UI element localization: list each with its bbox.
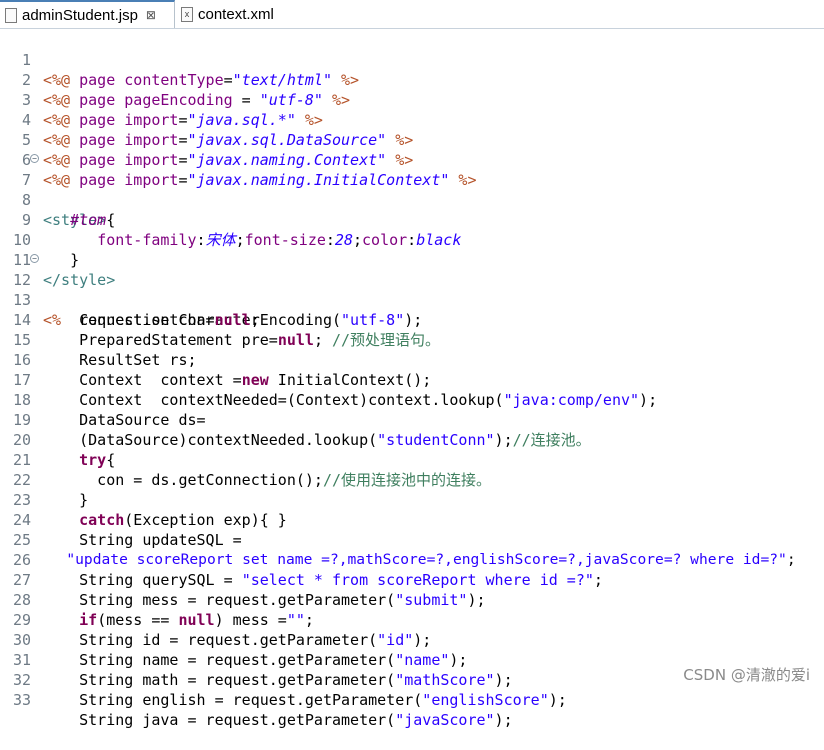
- code-line: 29 String id = request.getParameter("id"…: [0, 590, 824, 610]
- code-line: 9 font-family:宋体;font-size:28;color:blac…: [0, 190, 824, 210]
- code-line: 15 ResultSet rs;: [0, 310, 824, 330]
- code-line: 30 String name = request.getParameter("n…: [0, 610, 824, 630]
- code-line: 22 }: [0, 450, 824, 470]
- tab-label: adminStudent.jsp: [22, 7, 138, 24]
- code-line: 21 con = ds.getConnection();//使用连接池中的连接。: [0, 430, 824, 450]
- code-line: 17 Context contextNeeded=(Context)contex…: [0, 350, 824, 370]
- tab-context-xml[interactable]: x context.xml: [176, 0, 296, 28]
- code-line: 10 }: [0, 210, 824, 230]
- code-line: 1 <%@ page contentType="text/html" %>: [0, 30, 824, 50]
- code-line: 11 </style>: [0, 230, 824, 250]
- code-line: 6 <%@ page import="javax.naming.InitialC…: [0, 130, 824, 150]
- close-icon[interactable]: ⊠: [145, 8, 157, 22]
- code-line: 19 (DataSource)contextNeeded.lookup("stu…: [0, 390, 824, 410]
- editor-tab-bar: adminStudent.jsp ⊠ x context.xml: [0, 0, 824, 29]
- fold-toggle-icon[interactable]: −: [30, 154, 39, 163]
- code-line: 3 <%@ page import="java.sql.*" %>: [0, 70, 824, 90]
- code-line: 2 <%@ page pageEncoding = "utf-8" %>: [0, 50, 824, 70]
- jsp-file-icon: [5, 8, 17, 23]
- code-line: 18 DataSource ds=: [0, 370, 824, 390]
- code-line: 13 Connection con=null;: [0, 270, 824, 290]
- code-line: 24 String updateSQL =: [0, 490, 824, 510]
- code-line: 5 <%@ page import="javax.naming.Context"…: [0, 110, 824, 130]
- code-line: 16 Context context =new InitialContext()…: [0, 330, 824, 350]
- line-number: 33: [0, 690, 31, 710]
- code-line: 4 <%@ page import="javax.sql.DataSource"…: [0, 90, 824, 110]
- code-line: 7 − <style>: [0, 150, 824, 170]
- code-line: 31 String math = request.getParameter("m…: [0, 630, 824, 650]
- code-line: 27 String mess = request.getParameter("s…: [0, 550, 824, 570]
- xml-file-icon: x: [181, 7, 193, 22]
- code-line: 23 catch(Exception exp){ }: [0, 470, 824, 490]
- code-line: 8 #tom{: [0, 170, 824, 190]
- code-line: 28 if(mess == null) mess ="";: [0, 570, 824, 590]
- csdn-watermark: CSDN @清澈的爱i: [683, 664, 810, 685]
- code-line: 20 try{: [0, 410, 824, 430]
- code-line: 26 String querySQL = "select * from scor…: [0, 530, 824, 550]
- code-editor[interactable]: 1 <%@ page contentType="text/html" %> 2 …: [0, 30, 824, 693]
- tab-adminstudent-jsp[interactable]: adminStudent.jsp ⊠: [0, 0, 175, 28]
- code-line: 12 − <% request.setCharacterEncoding("ut…: [0, 250, 824, 270]
- tab-label: context.xml: [198, 6, 274, 23]
- code-line: 25 "update scoreReport set name =?,mathS…: [0, 510, 824, 530]
- fold-toggle-icon[interactable]: −: [30, 254, 39, 263]
- code-line: 14 PreparedStatement pre=null; //预处理语句。: [0, 290, 824, 310]
